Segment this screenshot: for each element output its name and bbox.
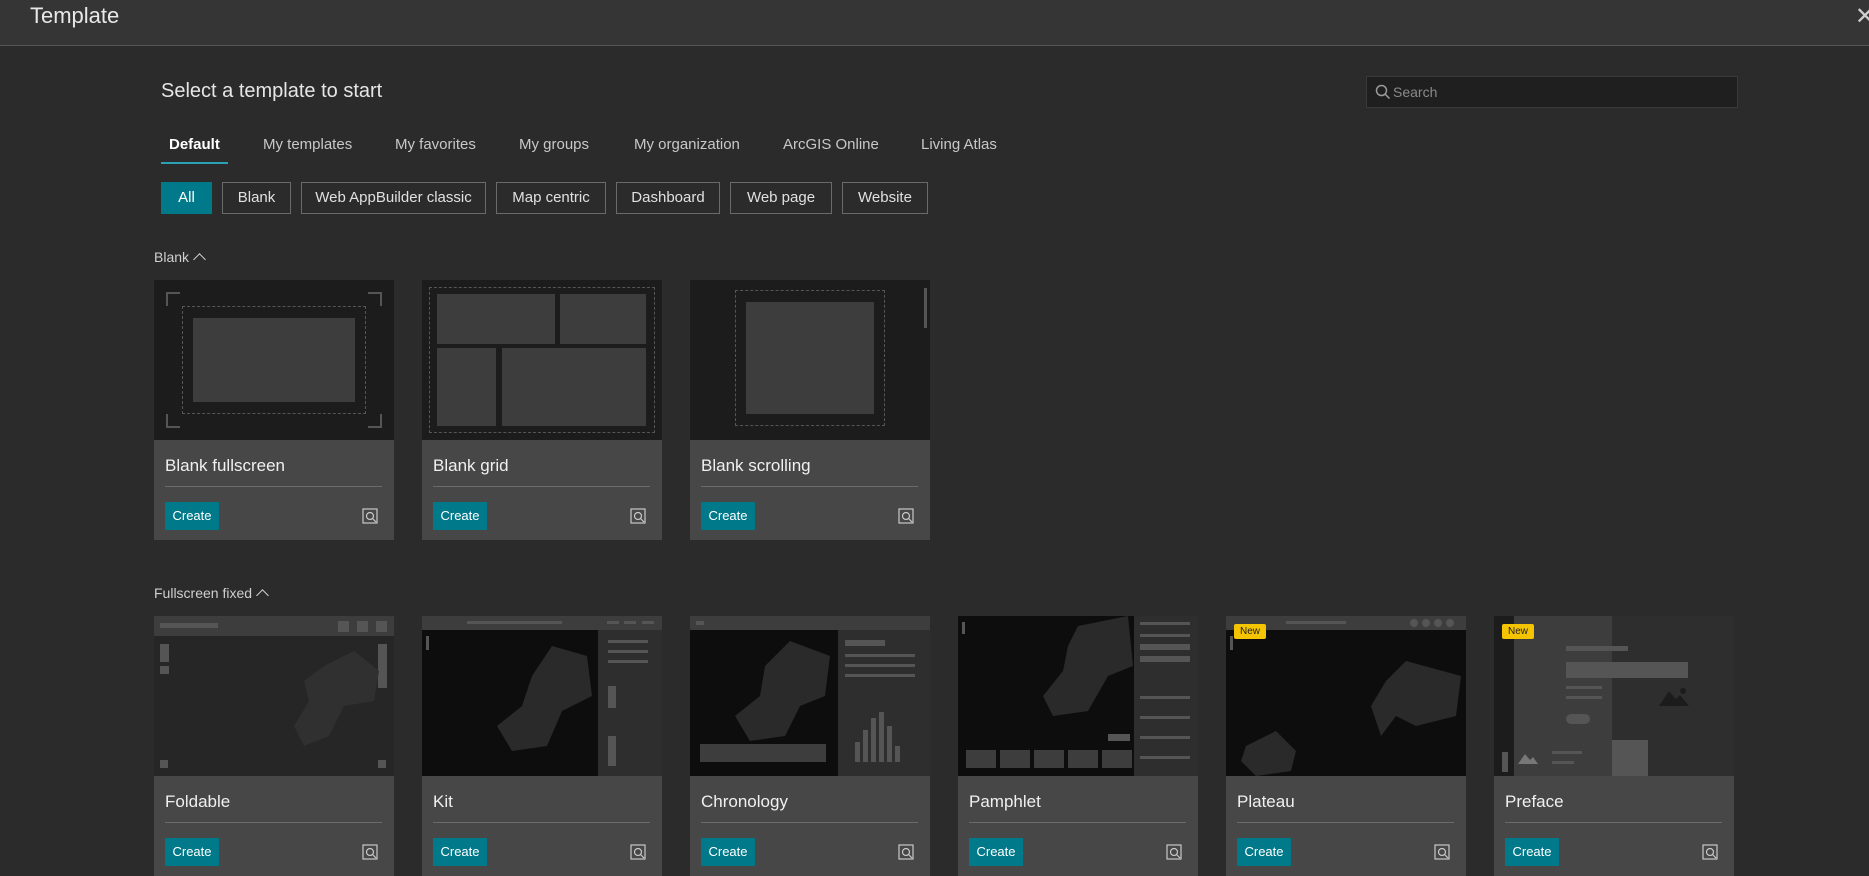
template-name: Blank grid — [433, 456, 509, 475]
filter-web-appbuilder-classic[interactable]: Web AppBuilder classic — [301, 182, 486, 214]
filter-dashboard[interactable]: Dashboard — [616, 182, 720, 214]
template-name: Plateau — [1237, 792, 1295, 811]
preview-icon[interactable] — [1702, 844, 1718, 860]
template-name: Kit — [433, 792, 453, 811]
tab-my-organization[interactable]: My organization — [626, 136, 748, 164]
preview-icon[interactable] — [630, 508, 646, 524]
template-name: Pamphlet — [969, 792, 1041, 811]
tab-living-atlas[interactable]: Living Atlas — [913, 136, 1005, 164]
template-name: Preface — [1505, 792, 1564, 811]
template-thumbnail — [154, 280, 394, 440]
create-button[interactable]: Create — [1237, 838, 1291, 866]
tab-my-favorites[interactable]: My favorites — [387, 136, 484, 164]
template-card[interactable]: New Plateau Create — [1226, 616, 1466, 876]
page-heading: Select a template to start — [161, 80, 383, 102]
search-icon — [1375, 84, 1391, 100]
create-button[interactable]: Create — [1505, 838, 1559, 866]
template-card[interactable]: Kit Create — [422, 616, 662, 876]
template-card[interactable]: Blank scrolling Create — [690, 280, 930, 540]
card-divider — [165, 822, 382, 823]
template-thumbnail — [690, 616, 930, 776]
create-button[interactable]: Create — [701, 502, 755, 530]
chevron-up-icon — [193, 253, 206, 266]
tab-my-templates[interactable]: My templates — [255, 136, 360, 164]
section-title: Blank — [154, 249, 190, 265]
create-button[interactable]: Create — [969, 838, 1023, 866]
new-badge: New — [1234, 624, 1267, 639]
card-divider — [1237, 822, 1454, 823]
tab-my-groups[interactable]: My groups — [511, 136, 597, 164]
card-divider — [969, 822, 1186, 823]
search-input[interactable] — [1393, 77, 1733, 107]
dialog-titlebar: Template ✕ — [0, 0, 1869, 46]
template-thumbnail: New — [1226, 616, 1466, 776]
create-button[interactable]: Create — [165, 838, 219, 866]
search-box[interactable] — [1366, 76, 1738, 108]
chevron-up-icon — [256, 589, 269, 602]
preview-icon[interactable] — [1166, 844, 1182, 860]
tab-arcgis-online[interactable]: ArcGIS Online — [775, 136, 887, 164]
template-card[interactable]: Foldable Create — [154, 616, 394, 876]
preview-icon[interactable] — [898, 844, 914, 860]
card-divider — [433, 486, 650, 487]
dialog-title: Template — [30, 3, 120, 28]
section-toggle-blank[interactable]: Blank — [154, 249, 206, 266]
template-thumbnail — [422, 616, 662, 776]
template-card[interactable]: Pamphlet Create — [958, 616, 1198, 876]
template-card[interactable]: Chronology Create — [690, 616, 930, 876]
filter-blank[interactable]: Blank — [222, 182, 291, 214]
card-divider — [165, 486, 382, 487]
create-button[interactable]: Create — [701, 838, 755, 866]
card-divider — [1505, 822, 1722, 823]
template-card[interactable]: Blank fullscreen Create — [154, 280, 394, 540]
template-card[interactable]: New Preface Create — [1494, 616, 1734, 876]
tab-default[interactable]: Default — [161, 136, 228, 164]
create-button[interactable]: Create — [433, 838, 487, 866]
create-button[interactable]: Create — [165, 502, 219, 530]
preview-icon[interactable] — [898, 508, 914, 524]
template-card[interactable]: Blank grid Create — [422, 280, 662, 540]
template-name: Chronology — [701, 792, 788, 811]
create-button[interactable]: Create — [433, 502, 487, 530]
filter-web-page[interactable]: Web page — [730, 182, 832, 214]
filter-website[interactable]: Website — [842, 182, 928, 214]
preview-icon[interactable] — [630, 844, 646, 860]
new-badge: New — [1502, 624, 1535, 639]
template-thumbnail — [958, 616, 1198, 776]
section-toggle-fullscreen-fixed[interactable]: Fullscreen fixed — [154, 585, 269, 602]
template-thumbnail — [690, 280, 930, 440]
preview-icon[interactable] — [1434, 844, 1450, 860]
card-divider — [433, 822, 650, 823]
close-icon[interactable]: ✕ — [1855, 2, 1869, 31]
preview-icon[interactable] — [362, 508, 378, 524]
filter-all[interactable]: All — [161, 182, 212, 214]
template-name: Blank scrolling — [701, 456, 811, 475]
template-name: Foldable — [165, 792, 231, 811]
template-thumbnail — [422, 280, 662, 440]
filter-map-centric[interactable]: Map centric — [496, 182, 606, 214]
template-thumbnail: New — [1494, 616, 1734, 776]
card-divider — [701, 822, 918, 823]
template-thumbnail — [154, 616, 394, 776]
card-divider — [701, 486, 918, 487]
preview-icon[interactable] — [362, 844, 378, 860]
section-title: Fullscreen fixed — [154, 585, 253, 601]
template-name: Blank fullscreen — [165, 456, 286, 475]
